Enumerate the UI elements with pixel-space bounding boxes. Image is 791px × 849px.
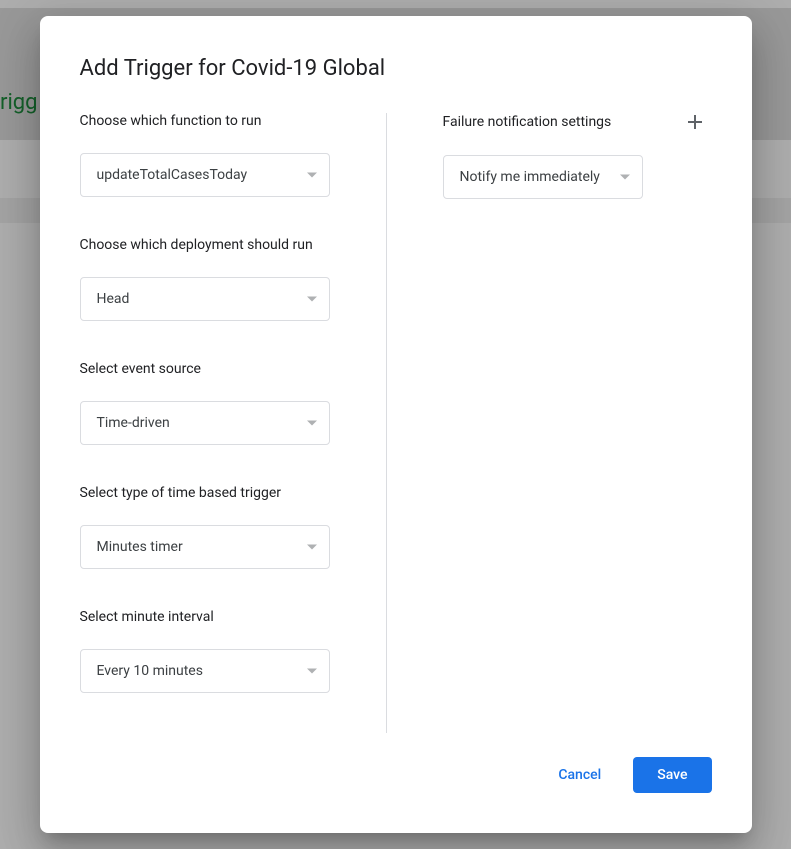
- event-source-label: Select event source: [80, 361, 330, 377]
- chevron-down-icon: [620, 175, 630, 180]
- add-trigger-dialog: Add Trigger for Covid-19 Global Choose w…: [40, 16, 752, 833]
- function-dropdown[interactable]: updateTotalCasesToday: [80, 153, 330, 197]
- dialog-footer: Cancel Save: [80, 757, 712, 793]
- deployment-value: Head: [97, 291, 130, 307]
- right-column: Failure notification settings Notify me …: [387, 113, 712, 733]
- chevron-down-icon: [307, 297, 317, 302]
- interval-dropdown[interactable]: Every 10 minutes: [80, 649, 330, 693]
- cancel-button[interactable]: Cancel: [534, 757, 625, 793]
- trigger-type-value: Minutes timer: [97, 539, 183, 555]
- trigger-type-label: Select type of time based trigger: [80, 485, 330, 501]
- left-column: Choose which function to run updateTotal…: [80, 113, 387, 733]
- interval-label: Select minute interval: [80, 609, 330, 625]
- dialog-body: Choose which function to run updateTotal…: [80, 113, 712, 733]
- event-source-field: Select event source Time-driven: [80, 361, 330, 445]
- save-button[interactable]: Save: [633, 757, 711, 793]
- chevron-down-icon: [307, 545, 317, 550]
- notification-value: Notify me immediately: [460, 169, 600, 185]
- function-field: Choose which function to run updateTotal…: [80, 113, 330, 197]
- chevron-down-icon: [307, 669, 317, 674]
- notification-field: Failure notification settings Notify me …: [443, 113, 712, 199]
- interval-value: Every 10 minutes: [97, 663, 203, 679]
- interval-field: Select minute interval Every 10 minutes: [80, 609, 330, 693]
- dialog-title: Add Trigger for Covid-19 Global: [80, 56, 712, 81]
- chevron-down-icon: [307, 173, 317, 178]
- deployment-field: Choose which deployment should run Head: [80, 237, 330, 321]
- function-label: Choose which function to run: [80, 113, 330, 129]
- notification-dropdown[interactable]: Notify me immediately: [443, 155, 643, 199]
- chevron-down-icon: [307, 421, 317, 426]
- notification-label-row: Failure notification settings: [443, 113, 712, 131]
- event-source-dropdown[interactable]: Time-driven: [80, 401, 330, 445]
- modal-overlay: Add Trigger for Covid-19 Global Choose w…: [0, 0, 791, 849]
- plus-icon[interactable]: [686, 113, 704, 131]
- event-source-value: Time-driven: [97, 415, 170, 431]
- trigger-type-field: Select type of time based trigger Minute…: [80, 485, 330, 569]
- deployment-dropdown[interactable]: Head: [80, 277, 330, 321]
- deployment-label: Choose which deployment should run: [80, 237, 330, 253]
- trigger-type-dropdown[interactable]: Minutes timer: [80, 525, 330, 569]
- function-value: updateTotalCasesToday: [97, 167, 248, 183]
- notification-label: Failure notification settings: [443, 114, 612, 130]
